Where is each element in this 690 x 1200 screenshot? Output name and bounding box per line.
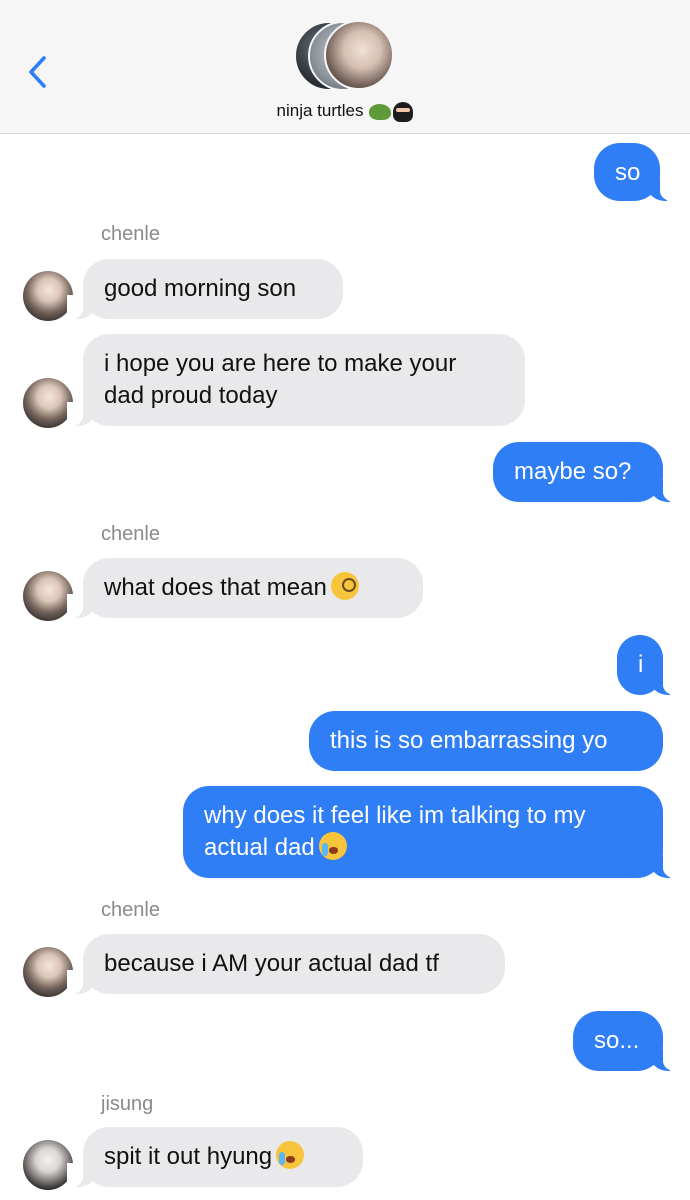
message-text-line: i hope you are here to make your <box>104 350 457 377</box>
turtle-emoji <box>369 103 392 120</box>
chevron-left-icon[interactable] <box>22 52 56 92</box>
message-bubble-outgoing[interactable]: i <box>617 635 679 695</box>
sender-name: chenle <box>101 523 160 545</box>
message-text: this is so embarrassing yo <box>330 727 608 754</box>
message-bubble-incoming[interactable]: i hope you are here to make your dad prou… <box>67 334 525 426</box>
back-button[interactable] <box>22 52 56 92</box>
ninja-emoji <box>393 101 414 122</box>
face-with-monocle-emoji <box>330 572 359 600</box>
contact-avatar-chenle[interactable] <box>23 571 73 621</box>
message-text-line: dad proud today <box>104 382 278 409</box>
message-bubble-incoming[interactable]: because i AM your actual dad tf <box>67 934 505 994</box>
message-bubble-incoming[interactable]: spit it out hyung <box>67 1127 363 1187</box>
sender-name: jisung <box>101 1093 154 1115</box>
message-text: maybe so? <box>514 458 632 485</box>
message-bubble-incoming[interactable]: what does that mean <box>67 558 423 618</box>
message-text: what does that mean <box>104 574 327 601</box>
message-bubble-incoming[interactable]: good morning son <box>67 259 343 319</box>
message-bubble-outgoing[interactable]: why does it feel like im talking to my ac… <box>183 786 679 878</box>
chat-title-text[interactable]: ninja turtles <box>277 101 364 120</box>
sender-name: chenle <box>101 223 160 245</box>
message-text-line: actual dad <box>204 834 315 861</box>
contact-avatar-chenle[interactable] <box>23 947 73 997</box>
message-text: spit it out hyung <box>104 1143 273 1170</box>
message-text-line: why does it feel like im talking to my <box>204 802 586 829</box>
message-bubble-outgoing[interactable]: so <box>594 143 676 201</box>
loudly-crying-face-emoji <box>318 832 347 860</box>
group-avatar-stack[interactable] <box>294 20 398 91</box>
message-bubble-outgoing[interactable]: maybe so? <box>493 442 679 502</box>
message-text: so... <box>594 1027 640 1054</box>
loudly-crying-face-emoji <box>276 1141 305 1169</box>
chat-title[interactable]: ninja turtles <box>0 101 690 122</box>
message-text-block: why does it feel like im talking to my ac… <box>204 802 585 861</box>
contact-avatar-chenle[interactable] <box>23 271 73 321</box>
contact-avatar-jisung[interactable] <box>23 1140 73 1190</box>
message-text: because i AM your actual dad tf <box>104 950 439 977</box>
chat-header: ninja turtles <box>0 0 690 134</box>
group-avatar-3[interactable] <box>324 20 394 90</box>
sender-name: chenle <box>101 899 160 921</box>
message-text: so <box>615 159 641 186</box>
message-text-block: i hope you are here to make your dad prou… <box>104 350 456 409</box>
message-text: good morning son <box>104 275 297 302</box>
message-text-block: spit it out hyung <box>104 1141 305 1170</box>
contact-avatar-chenle[interactable] <box>23 378 73 428</box>
message-text: i <box>638 651 644 678</box>
message-bubble-outgoing[interactable]: this is so embarrassing yo <box>309 711 663 771</box>
message-bubble-outgoing[interactable]: so... <box>573 1011 679 1071</box>
message-text-block: what does that mean <box>104 572 359 601</box>
